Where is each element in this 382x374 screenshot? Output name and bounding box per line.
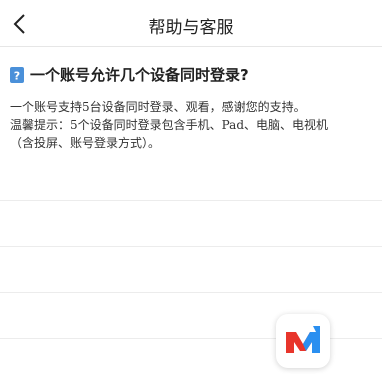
question-badge-icon: ? [10,66,24,83]
faq-answer-line: 一个账号支持5台设备同时登录、观看，感谢您的支持。 [10,100,306,114]
faq-question: ? 一个账号允许几个设备同时登录? [10,64,249,85]
app-logo-icon [286,326,320,353]
app-logo-button[interactable] [276,314,330,368]
faq-answer: 一个账号支持5台设备同时登录、观看，感谢您的支持。 温馨提示：5个设备同时登录包… [10,98,372,152]
top-nav-bar: 帮助与客服 [0,0,382,47]
divider [0,292,382,293]
divider [0,246,382,247]
faq-question-text: 一个账号允许几个设备同时登录? [30,66,249,84]
faq-answer-line: （含投屏、账号登录方式）。 [10,136,161,150]
svg-text:?: ? [14,69,20,82]
faq-answer-line: 温馨提示：5个设备同时登录包含手机、Pad、电脑、电视机 [10,118,329,132]
page-title: 帮助与客服 [148,18,234,38]
divider [0,200,382,201]
